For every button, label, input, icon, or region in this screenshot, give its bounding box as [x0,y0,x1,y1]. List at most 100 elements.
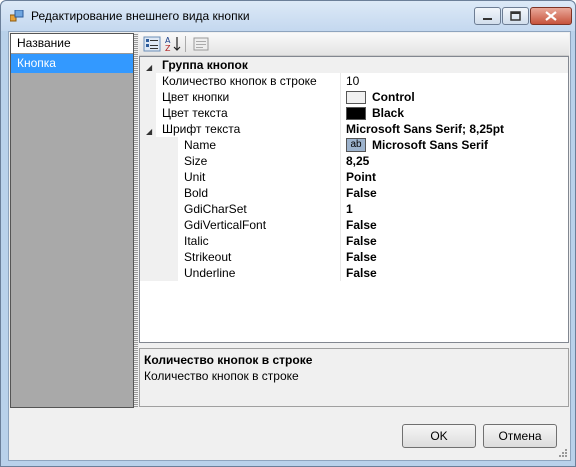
list-header[interactable]: Название [11,34,133,54]
category-row[interactable]: ◢ Группа кнопок [140,57,568,73]
minimize-button[interactable] [474,7,501,25]
property-name: Bold [184,186,209,200]
property-value[interactable]: False [346,185,377,201]
app-icon [10,10,24,22]
column-divider [340,73,341,89]
property-value[interactable]: 1 [346,201,353,217]
resize-grip-icon[interactable] [558,448,568,458]
property-value[interactable]: False [346,217,377,233]
category-label: Группа кнопок [162,58,248,72]
column-divider [340,105,341,121]
property-name: Цвет текста [162,106,228,120]
description-title: Количество кнопок в строке [144,353,313,367]
property-row[interactable]: Underline False [140,265,568,281]
property-name: Size [184,154,208,168]
column-divider [340,153,341,169]
property-grid-toolbar: A Z [139,33,569,56]
column-divider [340,89,341,105]
property-value[interactable]: Control [372,89,415,105]
row-gutter [140,73,156,89]
row-gutter [140,185,178,201]
property-pages-icon [193,37,209,51]
column-divider [340,217,341,233]
description-text: Количество кнопок в строке [144,369,299,383]
property-row[interactable]: Unit Point [140,169,568,185]
svg-text:Z: Z [165,44,171,53]
ok-button[interactable]: OK [402,424,476,448]
column-divider [340,265,341,281]
description-panel: Количество кнопок в строке Количество кн… [139,348,569,407]
row-gutter [140,137,178,153]
row-gutter [140,249,178,265]
sort-alphabetical-icon: A Z [165,36,181,53]
maximize-icon [510,11,521,21]
color-swatch [346,107,366,120]
column-divider [340,169,341,185]
maximize-button[interactable] [502,7,529,25]
close-icon [545,11,557,21]
item-list[interactable]: Название Кнопка [10,33,134,408]
property-name: Underline [184,266,236,280]
property-row[interactable]: Цвет кнопки Control [140,89,568,105]
window-title: Редактирование внешнего вида кнопки [31,9,250,23]
row-gutter [140,233,178,249]
color-swatch [346,91,366,104]
property-value[interactable]: False [346,249,377,265]
property-name: Цвет кнопки [162,90,230,104]
property-value[interactable]: Black [372,105,404,121]
column-divider [340,137,341,153]
toolbar-separator [185,36,186,52]
row-gutter [140,153,178,169]
property-name: Количество кнопок в строке [162,74,317,88]
property-pages-button[interactable] [191,35,211,53]
property-name: Strikeout [184,250,232,264]
row-gutter [140,169,178,185]
property-value[interactable]: False [346,265,377,281]
row-gutter [140,217,178,233]
categorized-icon [143,36,161,52]
property-row[interactable]: GdiCharSet 1 [140,201,568,217]
property-row[interactable]: GdiVerticalFont False [140,217,568,233]
property-row[interactable]: Цвет текста Black [140,105,568,121]
font-preview: ab [346,138,366,152]
splitter[interactable] [134,33,138,408]
property-row[interactable]: Strikeout False [140,249,568,265]
list-item-button[interactable]: Кнопка [11,54,133,73]
property-row[interactable]: Количество кнопок в строке 10 [140,73,568,89]
property-row[interactable]: ◢ Шрифт текста Microsoft Sans Serif; 8,2… [140,121,568,137]
property-grid[interactable]: ◢ Группа кнопок Количество кнопок в стро… [139,56,569,343]
categorized-view-button[interactable] [142,35,162,53]
property-value[interactable]: Point [346,169,376,185]
property-name: Italic [184,234,209,248]
cancel-button[interactable]: Отмена [483,424,557,448]
column-divider [340,233,341,249]
row-gutter [140,265,178,281]
property-row[interactable]: Bold False [140,185,568,201]
title-bar[interactable]: Редактирование внешнего вида кнопки [1,1,575,31]
property-row[interactable]: Name ab Microsoft Sans Serif [140,137,568,153]
property-name: GdiCharSet [184,202,247,216]
property-name: Шрифт текста [162,122,241,136]
property-row[interactable]: Size 8,25 [140,153,568,169]
alphabetical-view-button[interactable]: A Z [163,35,183,53]
row-gutter [140,105,156,121]
column-divider [340,121,341,137]
column-divider [340,249,341,265]
property-name: Unit [184,170,206,184]
property-row[interactable]: Italic False [140,233,568,249]
property-value[interactable]: Microsoft Sans Serif; 8,25pt [346,121,504,137]
close-button[interactable] [530,7,572,25]
row-gutter [140,89,156,105]
column-divider [340,185,341,201]
property-value[interactable]: False [346,233,377,249]
property-value[interactable]: 8,25 [346,153,369,169]
property-name: Name [184,138,217,152]
dialog-window: Редактирование внешнего вида кнопки Назв… [0,0,576,467]
dialog-content: Название Кнопка A Z ◢ Группа кнопок Коли… [8,31,571,461]
column-divider [340,201,341,217]
property-name: GdiVerticalFont [184,218,267,232]
property-value[interactable]: Microsoft Sans Serif [372,137,488,153]
property-value[interactable]: 10 [346,73,359,89]
row-gutter [140,201,178,217]
minimize-icon [483,18,492,20]
